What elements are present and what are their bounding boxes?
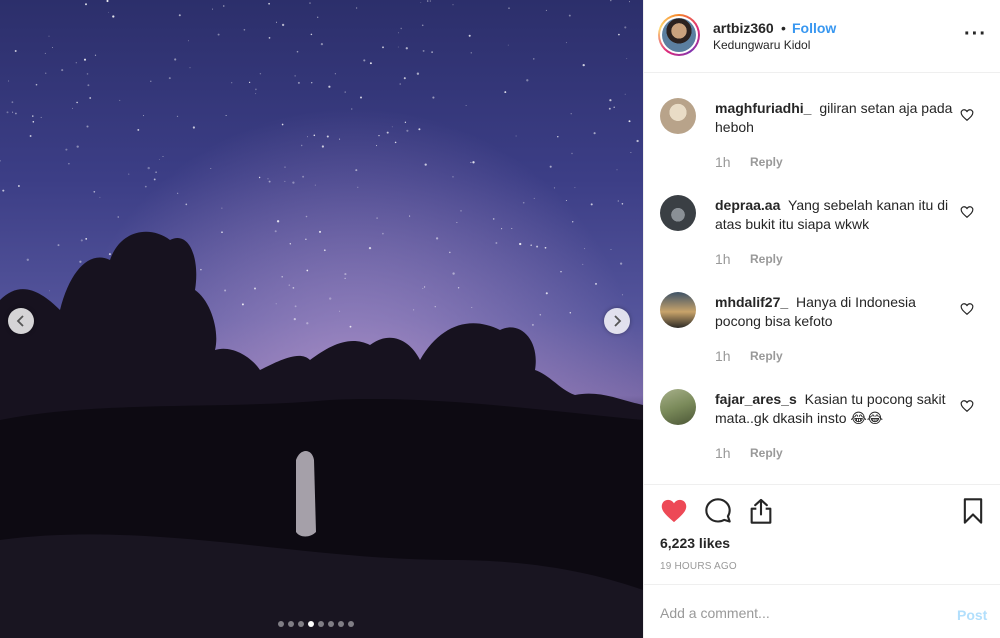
commenter-username[interactable]: mhdalif27_	[715, 294, 788, 310]
commenter-username[interactable]: depraa.aa	[715, 197, 780, 213]
bookmark-icon[interactable]	[959, 497, 987, 525]
comment-time: 1h	[715, 154, 731, 170]
post-comment-button[interactable]: Post	[957, 607, 987, 623]
reply-button[interactable]: Reply	[750, 446, 783, 460]
comment-text-block: fajar_ares_s Kasian tu pocong sakit mata…	[715, 390, 955, 428]
comment-time: 1h	[715, 251, 731, 267]
more-options-icon[interactable]: ···	[964, 24, 987, 44]
add-comment-bar: Post	[644, 584, 1000, 638]
carousel-dot	[328, 621, 334, 627]
carousel-dot	[278, 621, 284, 627]
comment-item: maghfuriadhi_ giliran setan aja pada heb…	[644, 74, 1000, 170]
next-photo-button[interactable]	[604, 308, 630, 334]
comment-text-block: maghfuriadhi_ giliran setan aja pada heb…	[715, 99, 955, 137]
comment-bubble-icon[interactable]	[704, 497, 732, 525]
post-actions: 6,223 likes 19 HOURS AGO	[644, 484, 1000, 583]
comment-like-heart-icon[interactable]	[960, 108, 974, 122]
post-location[interactable]: Kedungwaru Kidol	[713, 38, 810, 52]
share-upload-icon[interactable]	[747, 497, 775, 525]
likes-count[interactable]: 6,223 likes	[660, 535, 730, 551]
comment-time: 1h	[715, 348, 731, 364]
post-timestamp[interactable]: 19 HOURS AGO	[660, 561, 737, 572]
commenter-avatar[interactable]	[660, 292, 696, 328]
reply-button[interactable]: Reply	[750, 349, 783, 363]
separator-dot: •	[781, 20, 786, 36]
comment-item: mhdalif27_ Hanya di Indonesia pocong bis…	[644, 268, 1000, 364]
comment-time: 1h	[715, 445, 731, 461]
chevron-right-icon	[614, 315, 622, 327]
follow-button[interactable]: Follow	[792, 20, 836, 36]
commenter-username[interactable]: fajar_ares_s	[715, 391, 797, 407]
commenter-username[interactable]: maghfuriadhi_	[715, 100, 811, 116]
carousel-indicator	[278, 621, 354, 627]
carousel-dot	[318, 621, 324, 627]
comment-like-heart-icon[interactable]	[960, 399, 974, 413]
commenter-avatar[interactable]	[660, 98, 696, 134]
instagram-post: artbiz360 • Follow Kedungwaru Kidol ··· …	[0, 0, 1000, 638]
post-side-panel: artbiz360 • Follow Kedungwaru Kidol ··· …	[643, 0, 1000, 638]
commenter-avatar[interactable]	[660, 389, 696, 425]
post-photo[interactable]	[0, 0, 643, 638]
author-avatar[interactable]	[658, 14, 700, 56]
reply-button[interactable]: Reply	[750, 252, 783, 266]
carousel-dot	[348, 621, 354, 627]
author-username[interactable]: artbiz360	[713, 20, 774, 36]
post-header: artbiz360 • Follow Kedungwaru Kidol ···	[644, 0, 1000, 73]
carousel-dot	[288, 621, 294, 627]
comment-like-heart-icon[interactable]	[960, 302, 974, 316]
night-sky-photo	[0, 0, 643, 638]
comment-input[interactable]	[660, 603, 930, 623]
comment-item: depraa.aa Yang sebelah kanan itu di atas…	[644, 171, 1000, 267]
chevron-left-icon	[16, 315, 24, 327]
comment-like-heart-icon[interactable]	[960, 205, 974, 219]
comments-list[interactable]: maghfuriadhi_ giliran setan aja pada heb…	[644, 74, 1000, 484]
reply-button[interactable]: Reply	[750, 155, 783, 169]
carousel-dot	[338, 621, 344, 627]
comment-text-block: depraa.aa Yang sebelah kanan itu di atas…	[715, 196, 955, 234]
previous-photo-button[interactable]	[8, 308, 34, 334]
heart-filled-icon[interactable]	[660, 497, 688, 525]
comment-item: fajar_ares_s Kasian tu pocong sakit mata…	[644, 365, 1000, 461]
comment-text-block: mhdalif27_ Hanya di Indonesia pocong bis…	[715, 293, 955, 331]
carousel-dot	[298, 621, 304, 627]
carousel-dot	[308, 621, 314, 627]
commenter-avatar[interactable]	[660, 195, 696, 231]
